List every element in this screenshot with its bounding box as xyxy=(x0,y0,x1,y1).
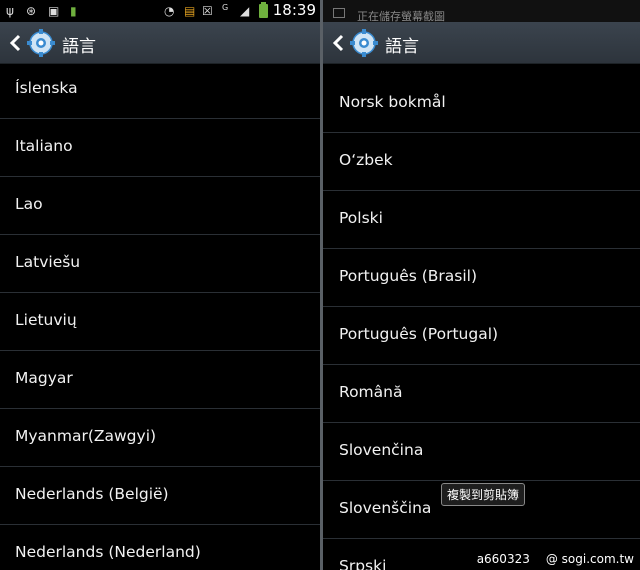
right-screen: 正在儲存螢幕截圖 語言 Norsk bokmål O‘zbek Polski P… xyxy=(323,0,640,570)
list-item[interactable]: Português (Brasil) xyxy=(323,249,640,307)
list-item[interactable]: Nederlands (Nederland) xyxy=(0,525,320,570)
list-item[interactable]: Polski xyxy=(323,191,640,249)
list-item[interactable]: Lao xyxy=(0,177,320,235)
image-icon: ▣ xyxy=(48,4,60,18)
language-list: Íslenska Italiano Lao Latviešu Lietuvių … xyxy=(0,61,320,570)
signal-icon: ◢ xyxy=(240,4,250,18)
watermark-site: @ sogi.com.tw xyxy=(545,552,634,566)
list-item[interactable]: Română xyxy=(323,365,640,423)
steering-icon: ⊛ xyxy=(26,4,37,18)
back-icon[interactable] xyxy=(8,33,22,53)
action-bar: 語言 xyxy=(323,22,640,64)
watermark-user: a660323 xyxy=(476,552,530,566)
list-item[interactable]: Myanmar(Zawgyi) xyxy=(0,409,320,467)
battery-notif-icon: ▮ xyxy=(70,4,77,18)
copied-toast: 複製到剪貼簿 xyxy=(441,483,526,506)
list-item[interactable]: Slovenčina xyxy=(323,423,640,481)
battery-icon xyxy=(259,2,268,18)
list-item[interactable]: Latviešu xyxy=(0,235,320,293)
list-item[interactable]: Norsk bokmål xyxy=(323,75,640,133)
image-icon xyxy=(333,8,345,18)
list-item[interactable]: O‘zbek xyxy=(323,133,640,191)
list-item[interactable]: Italiano xyxy=(0,119,320,177)
watermark: a660323 @ sogi.com.tw xyxy=(477,552,634,566)
list-item[interactable]: Português (Portugal) xyxy=(323,307,640,365)
status-bar: ψ ⊛ ▣ ▮ ◔ ▤ ☒ G ◢ 18:39 xyxy=(0,0,320,22)
list-item[interactable]: Lietuvių xyxy=(0,293,320,351)
page-title: 語言 xyxy=(385,37,419,57)
back-icon[interactable] xyxy=(331,33,345,53)
wifi-icon: ◔ xyxy=(164,4,175,18)
sim-icon: ☒ xyxy=(202,4,213,18)
list-item[interactable]: Íslenska xyxy=(0,61,320,119)
page-title: 語言 xyxy=(62,37,96,57)
screenshot-notification: 正在儲存螢幕截圖 xyxy=(323,0,640,23)
clock: 18:39 xyxy=(272,1,316,19)
notification-icon: ▤ xyxy=(184,4,196,18)
settings-gear-icon xyxy=(350,29,378,57)
action-bar: 語言 xyxy=(0,22,320,64)
settings-gear-icon xyxy=(27,29,55,57)
left-screen: ψ ⊛ ▣ ▮ ◔ ▤ ☒ G ◢ 18:39 語言 Íslenska Ital… xyxy=(0,0,320,570)
list-item[interactable]: Magyar xyxy=(0,351,320,409)
network-type-icon: G xyxy=(222,3,229,12)
list-item[interactable]: Nederlands (België) xyxy=(0,467,320,525)
usb-icon: ψ xyxy=(6,4,14,18)
